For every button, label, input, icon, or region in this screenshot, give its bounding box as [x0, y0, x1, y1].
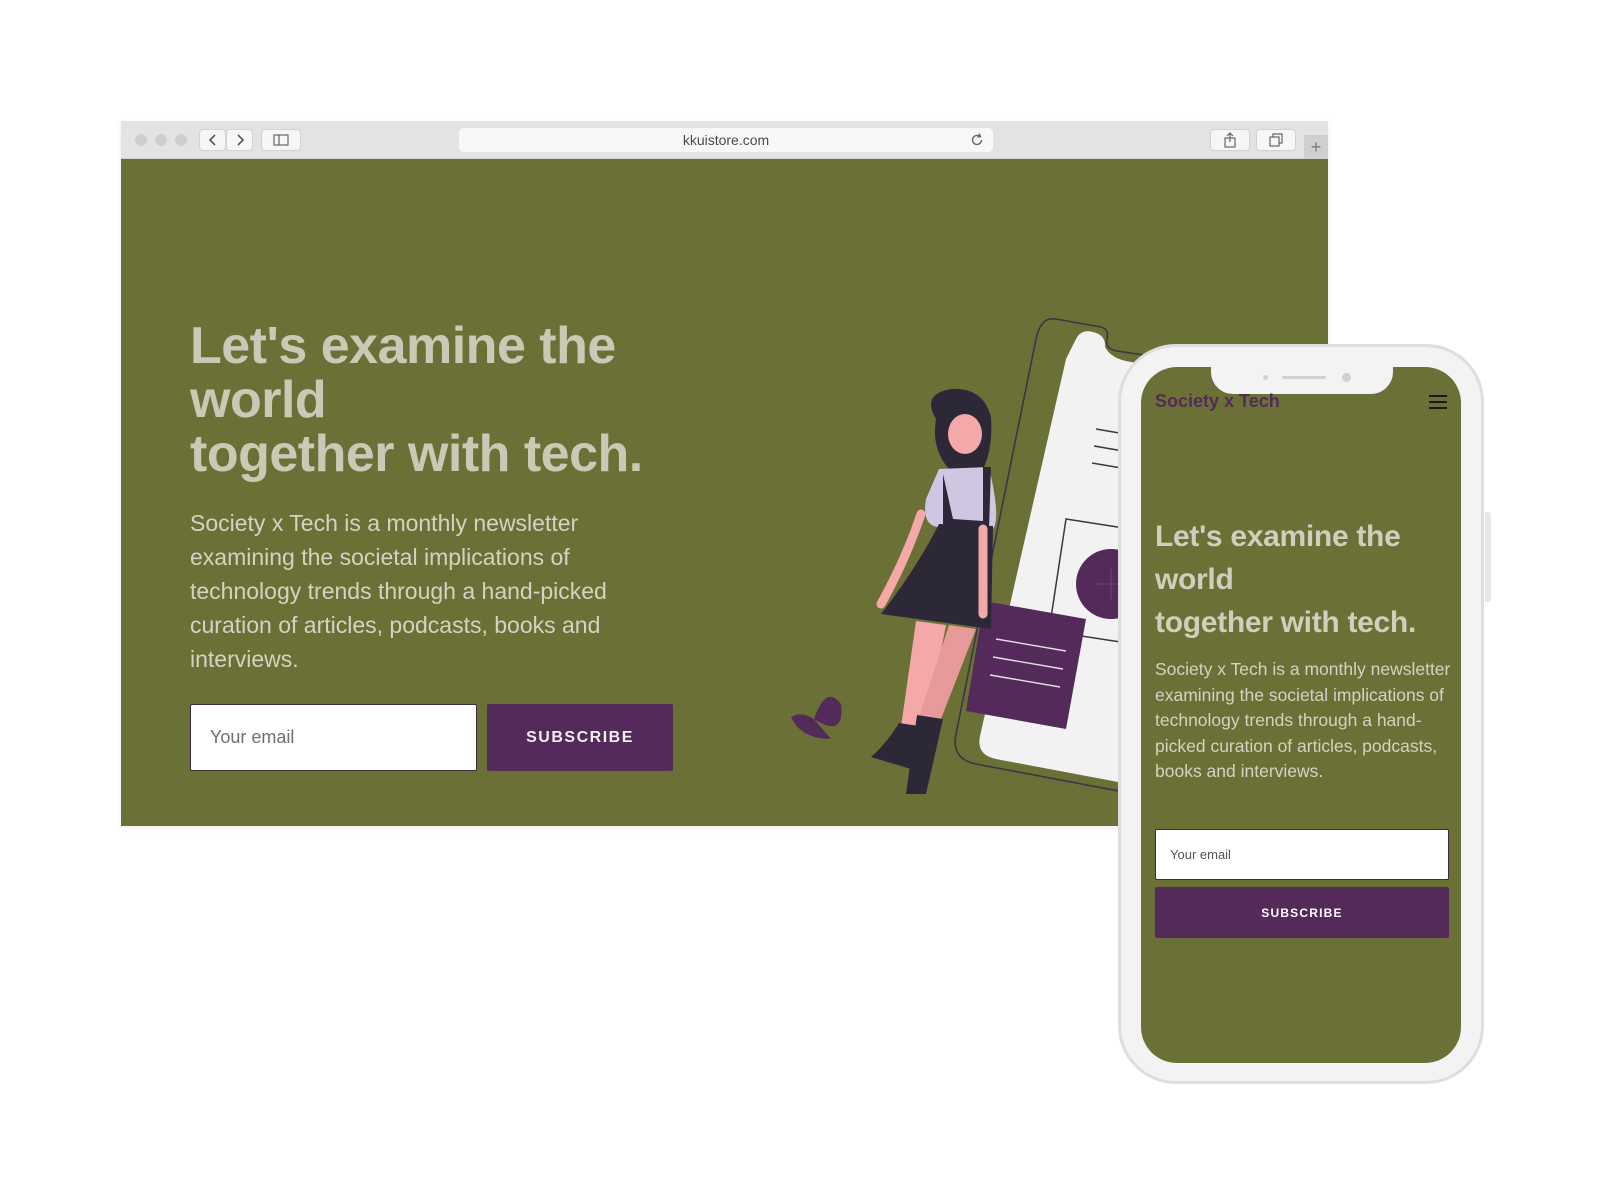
new-tab-button[interactable]: + — [1304, 135, 1328, 159]
reload-icon[interactable] — [969, 132, 985, 148]
zoom-window-dot[interactable] — [175, 134, 187, 146]
minimize-window-dot[interactable] — [155, 134, 167, 146]
tabs-icon — [1269, 133, 1283, 147]
plus-icon: + — [1310, 136, 1322, 157]
share-button[interactable] — [1210, 129, 1250, 151]
tabs-overview-button[interactable] — [1256, 129, 1296, 151]
email-field[interactable] — [190, 704, 477, 771]
back-arrow-icon — [208, 134, 216, 146]
notch-camera — [1342, 373, 1351, 382]
forward-arrow-icon — [236, 134, 244, 146]
hero-title-line: Let's examine the — [190, 317, 616, 375]
close-window-dot[interactable] — [135, 134, 147, 146]
sidebar-toggle-button[interactable] — [261, 129, 301, 151]
address-bar[interactable]: kkuistore.com — [459, 128, 993, 152]
mobile-screen: Society x Tech Let's examine the world t… — [1141, 367, 1461, 1063]
sidebar-icon — [273, 134, 289, 146]
mobile-subscribe-button[interactable]: SUBSCRIBE — [1155, 887, 1449, 938]
hamburger-menu-icon[interactable] — [1429, 395, 1447, 409]
hero-title-line: world — [190, 371, 327, 429]
mobile-title-line: world — [1155, 563, 1234, 596]
phone-notch — [1211, 367, 1393, 394]
forward-button[interactable] — [226, 129, 253, 151]
brand-logo[interactable]: Society x Tech — [1155, 391, 1280, 412]
mobile-title-line: together with tech. — [1155, 606, 1416, 639]
notch-speaker — [1282, 376, 1326, 379]
share-icon — [1224, 132, 1236, 148]
hero-description: Society x Tech is a monthly newsletter e… — [190, 510, 607, 672]
back-button[interactable] — [199, 129, 226, 151]
mobile-title-line: Let's examine the — [1155, 520, 1401, 553]
phone-side-button — [1485, 512, 1491, 602]
hero-title: Let's examine the world together with te… — [190, 319, 750, 481]
mobile-hero-description: Society x Tech is a monthly newsletter e… — [1155, 659, 1451, 781]
mobile-phone-frame: Society x Tech Let's examine the world t… — [1118, 344, 1491, 1084]
mobile-hero-title: Let's examine the world together with te… — [1155, 515, 1455, 644]
browser-toolbar: kkuistore.com + — [121, 121, 1328, 159]
notch-sensor — [1263, 375, 1268, 380]
hero-title-line: together with tech. — [190, 425, 643, 483]
address-url: kkuistore.com — [682, 132, 770, 148]
mobile-email-field[interactable] — [1155, 829, 1449, 880]
subscribe-button[interactable]: SUBSCRIBE — [487, 704, 673, 771]
